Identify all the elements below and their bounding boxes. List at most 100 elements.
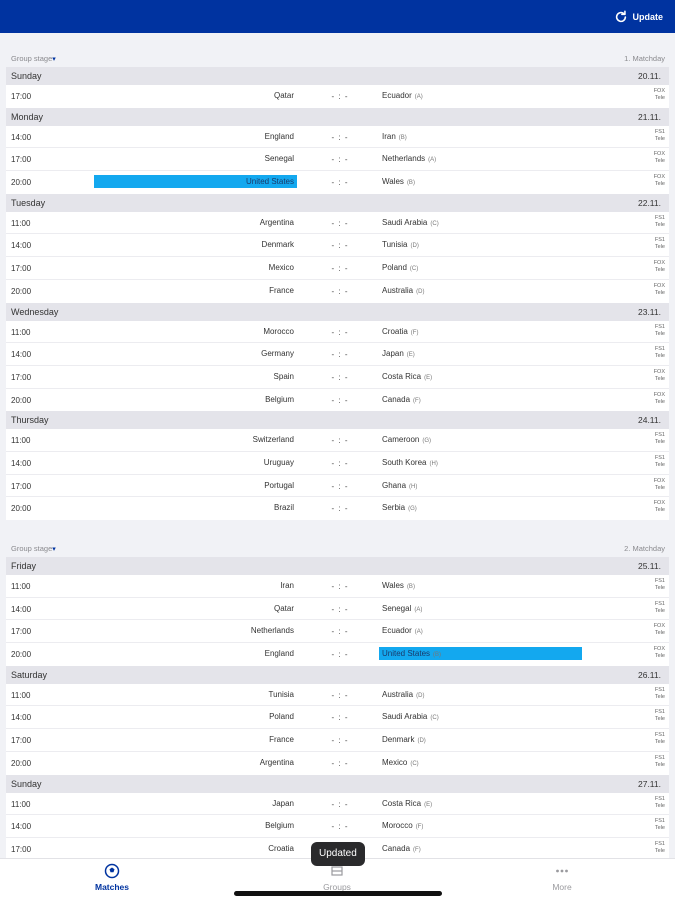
day-date: 24.11.	[637, 415, 661, 426]
away-team-name: Japan	[382, 349, 404, 359]
match-row[interactable]: 14:00 Germany - : - Japan (E) FS1 Tele	[6, 343, 669, 366]
day-header: Friday 25.11.	[6, 557, 669, 575]
home-team: Poland	[94, 710, 297, 723]
match-row[interactable]: 11:00 Iran - : - Wales (B) FS1 Tele	[6, 575, 669, 598]
match-score: - : -	[331, 736, 349, 746]
away-team: Iran (B)	[379, 130, 582, 143]
away-team-name: Ecuador	[382, 626, 412, 636]
day-header: Monday 21.11.	[6, 107, 669, 126]
match-time: 11:00	[11, 690, 31, 700]
update-label: Update	[632, 12, 663, 22]
match-row[interactable]: 11:00 Japan - : - Costa Rica (E) FS1 Tele	[6, 792, 669, 816]
match-row[interactable]: 14:00 Belgium - : - Morocco (F) FS1 Tele	[6, 815, 669, 838]
away-team-name: Tunisia	[382, 240, 408, 250]
home-team-name: Qatar	[273, 603, 294, 613]
away-team-name: Australia	[382, 689, 414, 699]
match-row[interactable]: 20:00 Belgium - : - Canada (F) FOX Tele	[6, 388, 669, 412]
away-group: (A)	[428, 157, 437, 164]
match-row[interactable]: 17:00 France - : - Denmark (D) FS1 Tele	[6, 729, 669, 752]
match-row[interactable]: 11:00 Tunisia - : - Australia (D) FS1 Tele	[6, 683, 669, 707]
away-team: South Korea (H)	[379, 456, 582, 469]
match-score: - : -	[331, 481, 349, 491]
match-row[interactable]: 14:00 Uruguay - : - South Korea (H) FS1 Tele	[6, 451, 669, 475]
match-row[interactable]: 17:00 Netherlands - : - Ecuador (A) FOX Tele	[6, 620, 669, 644]
match-row[interactable]: 17:00 Senegal - : - Netherlands (A) FOX Tele	[6, 148, 669, 172]
home-team: Mexico	[94, 261, 297, 274]
tv-channel: FS1 Tele	[654, 709, 665, 723]
day-name: Monday	[11, 111, 44, 122]
tab-groups[interactable]: Groups	[282, 863, 392, 892]
match-row[interactable]: 17:00 Mexico - : - Poland (C) FOX Tele	[6, 257, 669, 280]
matchday-label: 2. Matchday	[624, 544, 665, 553]
match-row[interactable]: 20:00 Argentina - : - Mexico (C) FS1 Tele	[6, 751, 669, 775]
away-team-name: Ecuador	[382, 91, 412, 100]
away-team: Netherlands (A)	[379, 152, 582, 165]
stage-select[interactable]: Group stage▾	[11, 544, 56, 553]
match-time: 14:00	[11, 822, 32, 832]
away-team: Tunisia (D)	[379, 238, 582, 251]
match-row[interactable]: 20:00 United States - : - Wales (B) FOX Tele	[6, 171, 669, 194]
home-team: France	[94, 284, 297, 297]
match-score: - : -	[331, 758, 349, 768]
match-row[interactable]: 20:00 Brazil - : - Serbia (G) FOX Tele	[6, 497, 669, 520]
day-date: 25.11.	[637, 561, 661, 571]
home-team: Qatar	[94, 602, 297, 615]
match-score: - : -	[331, 822, 349, 832]
match-row[interactable]: 14:00 England - : - Iran (B) FS1 Tele	[6, 125, 669, 149]
home-team-name: Germany	[261, 349, 294, 359]
match-row[interactable]: 14:00 Qatar - : - Senegal (A) FS1 Tele	[6, 597, 669, 621]
match-row[interactable]: 11:00 Switzerland - : - Cameroon (G) FS1 Tele	[6, 429, 669, 452]
tv-channel: FS1 Tele	[654, 578, 665, 591]
match-row[interactable]: 14:00 Denmark - : - Tunisia (D) FS1 Tele	[6, 234, 669, 258]
match-time: 20:00	[11, 395, 32, 405]
away-team-name: Costa Rica	[382, 371, 422, 381]
match-score: - : -	[331, 436, 349, 446]
match-list[interactable]: Group stage▾ 1. Matchday Sunday 20.11. 17:00…	[0, 33, 675, 858]
match-row[interactable]: 17:00 Spain - : - Costa Rica (E) FOX Tele	[6, 365, 669, 389]
match-row[interactable]: 20:00 France - : - Australia (D) FOX Tele	[6, 279, 669, 303]
day-date: 21.11.	[637, 111, 661, 122]
stage-select[interactable]: Group stage▾	[11, 54, 56, 63]
day-date: 23.11.	[637, 306, 661, 317]
tab-matches[interactable]: Matches	[57, 863, 167, 892]
home-team: England	[94, 130, 297, 143]
home-team: England	[94, 647, 297, 660]
tv-channel: FS1 Tele	[654, 346, 665, 360]
tv-channel: FS1 Tele	[654, 795, 665, 809]
match-score: - : -	[331, 504, 349, 514]
match-time: 14:00	[11, 132, 32, 142]
match-score: - : -	[331, 458, 349, 468]
match-score: - : -	[331, 372, 349, 382]
match-score: - : -	[331, 627, 349, 637]
match-row[interactable]: 14:00 Poland - : - Saudi Arabia (C) FS1 Tele	[6, 706, 669, 730]
match-row[interactable]: 17:00 Qatar - : - Ecuador (A) FOX Tele	[6, 85, 669, 108]
home-indicator	[234, 891, 442, 896]
match-score: - : -	[331, 395, 349, 405]
away-group: (H)	[409, 483, 418, 490]
home-team: Argentina	[94, 756, 297, 769]
home-team: Netherlands	[94, 624, 297, 637]
match-group: 11:00 Switzerland - : - Cameroon (G) FS1 Tele…	[6, 429, 669, 520]
home-team: Uruguay	[94, 456, 297, 469]
match-time: 17:00	[11, 481, 32, 491]
match-score: - : -	[331, 350, 349, 360]
match-time: 14:00	[11, 241, 32, 251]
away-team: Mexico (C)	[379, 756, 582, 769]
match-row[interactable]: 17:00 Portugal - : - Ghana (H) FOX Tele	[6, 474, 669, 498]
match-row[interactable]: 20:00 England - : - United States (B) FOX Tel…	[6, 643, 669, 666]
day-header: Tuesday 22.11.	[6, 193, 669, 212]
tv-channel: FOX Tele	[653, 623, 665, 637]
away-group: (E)	[424, 801, 433, 808]
away-group: (H)	[429, 460, 438, 467]
match-score: - : -	[331, 327, 349, 337]
match-row[interactable]: 11:00 Argentina - : - Saudi Arabia (C) FS1 Te…	[6, 211, 669, 235]
away-group: (D)	[410, 243, 419, 250]
update-button[interactable]: Update	[614, 8, 663, 26]
match-time: 11:00	[11, 327, 31, 337]
away-group: (C)	[430, 220, 439, 227]
away-team: Morocco (F)	[379, 819, 582, 832]
day-date: 26.11.	[637, 669, 661, 680]
match-time: 17:00	[11, 264, 32, 274]
match-row[interactable]: 11:00 Morocco - : - Croatia (F) FS1 Tele	[6, 320, 669, 344]
tab-more[interactable]: More	[507, 863, 617, 892]
